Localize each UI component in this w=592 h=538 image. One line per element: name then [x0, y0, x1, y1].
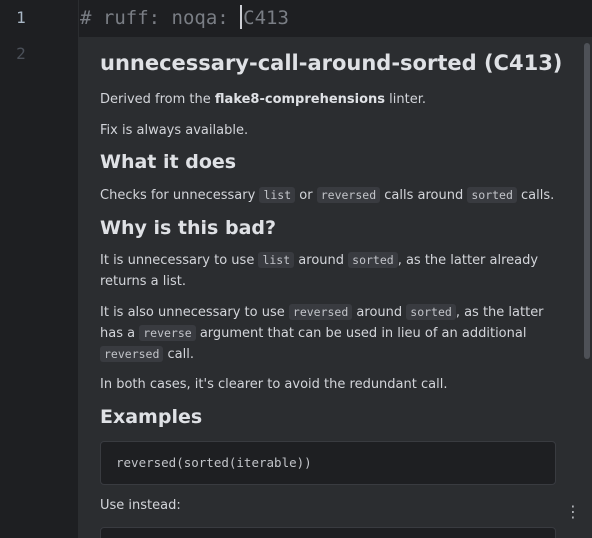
- documentation-popup[interactable]: unnecessary-call-around-sorted (C413) De…: [79, 37, 592, 538]
- inline-code: reversed: [316, 187, 381, 203]
- fix-availability-text: Fix is always available.: [100, 123, 249, 138]
- text-caret: [240, 5, 243, 29]
- derived-from-text: Derived from the flake8-comprehensions l…: [100, 92, 427, 107]
- example-code-block[interactable]: reversed(sorted(iterable)): [100, 441, 556, 485]
- inline-code: list: [258, 252, 295, 268]
- rule-title: unnecessary-call-around-sorted (C413): [100, 51, 563, 75]
- examples-heading: Examples: [100, 406, 203, 428]
- use-instead-text: Use instead:: [100, 498, 181, 513]
- why-bad-paragraph-3: In both cases, it's clearer to avoid the…: [100, 377, 448, 392]
- inline-code: reversed: [100, 346, 164, 362]
- inline-code: list: [259, 187, 296, 203]
- inline-code: reverse: [139, 325, 196, 341]
- why-bad-paragraph-2: It is also unnecessary to use reversed a…: [100, 304, 544, 362]
- noqa-code: C413: [243, 7, 289, 29]
- popup-scrollbar[interactable]: [584, 43, 590, 359]
- what-it-does-text: Checks for unnecessary list or reversed …: [100, 187, 555, 203]
- why-bad-heading: Why is this bad?: [100, 217, 277, 239]
- line-number-gutter: 1 2: [0, 0, 79, 538]
- inline-code: sorted: [406, 304, 456, 320]
- why-bad-paragraph-1: It is unnecessary to use list around sor…: [100, 252, 539, 289]
- use-instead-code-block[interactable]: [100, 527, 556, 538]
- inline-code: sorted: [348, 252, 398, 268]
- comment-text: # ruff: noqa:: [80, 7, 241, 29]
- more-options-icon[interactable]: ⋮: [565, 501, 581, 523]
- line-number: 2: [16, 44, 26, 63]
- code-line-comment[interactable]: # ruff: noqa: C413: [80, 5, 289, 31]
- inline-code: sorted: [467, 187, 517, 203]
- line-number: 1: [16, 8, 26, 27]
- what-it-does-heading: What it does: [100, 151, 237, 173]
- linter-name: flake8-comprehensions: [214, 92, 386, 107]
- inline-code: reversed: [288, 304, 353, 320]
